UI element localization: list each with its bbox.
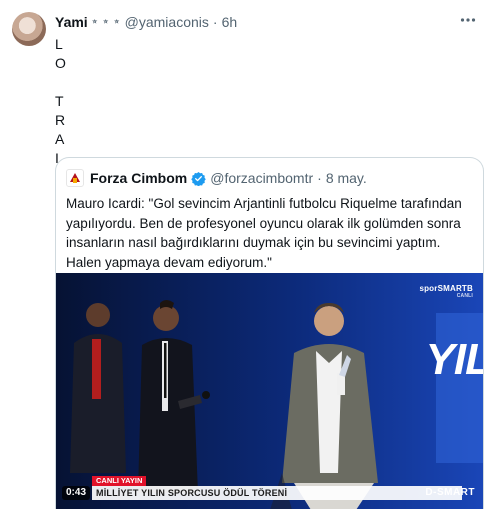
quoted-handle[interactable]: @forzacimbomtr: [210, 170, 313, 186]
display-name[interactable]: Yami: [55, 14, 88, 30]
tweet[interactable]: Yami ⭒ ⭒ ⭒ @yamiaconis · 6h L O T R A I …: [0, 0, 489, 509]
live-badge: CANLI YAYIN: [92, 476, 147, 486]
name-decoration: ⭒ ⭒ ⭒: [91, 15, 121, 28]
text-line: L: [55, 36, 63, 52]
stage-text: YIL: [425, 335, 483, 384]
ticker-text: MİLLİYET YILIN SPORCUSU ÖDÜL TÖRENİ: [96, 488, 288, 498]
separator: ·: [317, 170, 322, 186]
text-line: O: [55, 55, 66, 71]
quoted-text: Mauro Icardi: "Gol sevincim Arjantinli f…: [66, 196, 462, 270]
quoted-display-name[interactable]: Forza Cimbom: [90, 170, 187, 186]
handle[interactable]: @yamiaconis: [125, 14, 209, 30]
quoted-header: Forza Cimbom @forzacimbomtr · 8 may.: [66, 169, 367, 187]
quoted-timestamp[interactable]: 8 may.: [326, 170, 367, 186]
channel-logo-text: sporSMARTB: [419, 284, 473, 293]
quoted-tweet[interactable]: Forza Cimbom @forzacimbomtr · 8 may. Mau…: [55, 157, 484, 509]
timestamp[interactable]: 6h: [222, 14, 238, 30]
channel-logo-sub: CANLI: [456, 293, 473, 299]
broadcaster-logo: D-SMART: [425, 487, 475, 498]
text-line: [55, 73, 95, 92]
verified-icon: [191, 171, 206, 186]
quoted-avatar[interactable]: [66, 169, 84, 187]
tweet-header: Yami ⭒ ⭒ ⭒ @yamiaconis · 6h: [55, 12, 237, 32]
text-line: T: [55, 93, 64, 109]
separator: ·: [212, 14, 218, 30]
avatar[interactable]: [12, 12, 46, 46]
text-line: A: [55, 131, 65, 147]
channel-logo: sporSMARTB CANLI: [419, 284, 473, 299]
tweet-text: L O T R A I: [55, 35, 95, 168]
more-icon[interactable]: [457, 10, 479, 30]
video-frame: [56, 273, 483, 509]
video-duration: 0:43: [62, 486, 91, 500]
ticker-bar: MİLLİYET YILIN SPORCUSU ÖDÜL TÖRENİ: [92, 486, 462, 500]
video-player[interactable]: sporSMARTB CANLI YIL CANLI YAYIN MİLLİYE…: [56, 273, 483, 509]
text-line: R: [55, 112, 66, 128]
